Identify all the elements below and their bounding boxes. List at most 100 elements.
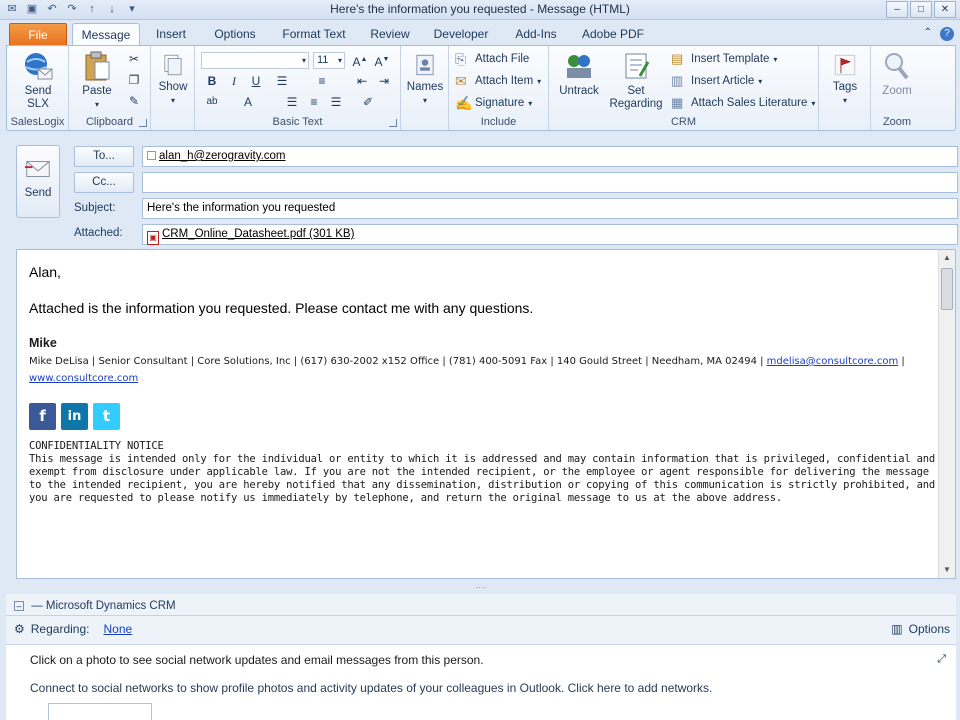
send-envelope-icon	[24, 161, 50, 177]
highlight-icon[interactable]: ab	[203, 93, 221, 111]
grow-font-icon[interactable]: A▲	[351, 51, 369, 69]
envelope-attach-icon: ✉	[455, 73, 467, 89]
attached-field[interactable]: ▣ CRM_Online_Datasheet.pdf (301 KB)	[142, 224, 958, 245]
size-dropdown-icon[interactable]: ▾	[338, 53, 342, 68]
confidentiality-notice: CONFIDENTIALITY NOTICE This message is i…	[29, 440, 943, 505]
group-saleslogix: Send SLX SalesLogix	[7, 46, 69, 130]
insert-template-button[interactable]: ▤ Insert Template ▾	[671, 51, 777, 67]
body-scrollbar[interactable]: ▲ ▼	[938, 250, 955, 578]
underline-icon[interactable]: U	[247, 72, 265, 90]
font-dropdown-icon[interactable]: ▾	[302, 53, 306, 68]
set-regarding-button[interactable]: Set Regarding	[605, 50, 667, 111]
facebook-icon[interactable]: f	[29, 403, 56, 430]
font-color-icon[interactable]: A	[239, 93, 257, 111]
untrack-button[interactable]: Untrack	[553, 50, 605, 98]
options-icon: ▥	[891, 622, 903, 636]
crm-options-button[interactable]: ▥ Options	[891, 618, 950, 640]
collapse-icon[interactable]: –	[14, 601, 24, 611]
clipboard-dialog-launcher[interactable]	[139, 119, 147, 127]
paste-dropdown-icon[interactable]: ▾	[73, 98, 121, 111]
article-icon: ▥	[671, 73, 684, 88]
signature-email-link[interactable]: mdelisa@consultcore.com	[767, 356, 899, 367]
help-icon[interactable]: ?	[940, 27, 954, 41]
insert-article-dropdown-icon[interactable]: ▾	[758, 77, 762, 86]
minimize-button[interactable]: –	[886, 1, 908, 18]
tab-message[interactable]: Message	[72, 23, 140, 46]
tab-file[interactable]: File	[9, 23, 67, 46]
signature-button[interactable]: ✍ Signature ▾	[455, 95, 532, 111]
names-dropdown-icon[interactable]: ▾	[405, 94, 445, 107]
to-field[interactable]: alan_h@zerogravity.com	[142, 146, 958, 167]
send-slx-button[interactable]: Send SLX	[13, 50, 63, 111]
regarding-link[interactable]: None	[103, 622, 132, 636]
regarding-label: Regarding:	[30, 622, 90, 636]
format-painter-icon[interactable]: ✎	[125, 92, 143, 110]
bold-icon[interactable]: B	[203, 72, 221, 90]
tab-insert[interactable]: Insert	[145, 23, 197, 46]
panel-splitter[interactable]: ····	[6, 584, 956, 594]
message-body[interactable]: Alan, Attached is the information you re…	[16, 249, 956, 579]
align-center-icon[interactable]: ≡	[305, 93, 323, 111]
scroll-up-icon[interactable]: ▲	[939, 250, 955, 266]
tab-adobe-pdf[interactable]: Adobe PDF	[576, 23, 650, 46]
to-button[interactable]: To...	[74, 146, 134, 167]
increase-indent-icon[interactable]: ⇥	[375, 72, 393, 90]
italic-icon[interactable]: I	[225, 72, 243, 90]
people-pane-tab[interactable]	[48, 703, 152, 720]
basic-text-dialog-launcher[interactable]	[389, 119, 397, 127]
group-tags: Tags ▾	[819, 46, 871, 130]
group-label-basic-text: Basic Text	[272, 116, 323, 128]
names-button[interactable]: Names ▾	[405, 52, 445, 107]
font-name-combo[interactable]: ▾	[201, 52, 309, 69]
insert-template-dropdown-icon[interactable]: ▾	[773, 55, 777, 64]
cc-button[interactable]: Cc...	[74, 172, 134, 193]
signature-dropdown-icon[interactable]: ▾	[528, 99, 532, 108]
maximize-button[interactable]: □	[910, 1, 932, 18]
minimize-ribbon-icon[interactable]: ⌃	[924, 27, 932, 41]
signature-website-link[interactable]: www.consultcore.com	[29, 373, 138, 384]
tab-options[interactable]: Options	[205, 23, 265, 46]
group-label-crm: CRM	[670, 116, 697, 128]
twitter-icon[interactable]: t	[93, 403, 120, 430]
social-connector-pane: Click on a photo to see social network u…	[6, 644, 956, 720]
paste-button[interactable]: Paste ▾	[73, 50, 121, 111]
tags-dropdown-icon[interactable]: ▾	[825, 94, 865, 107]
attach-file-button[interactable]: ⎘ Attach File	[455, 51, 529, 67]
group-label-clipboard: Clipboard	[85, 116, 134, 128]
signature-contact-info: Mike DeLisa | Senior Consultant | Core S…	[29, 356, 767, 367]
zoom-button[interactable]: Zoom	[875, 50, 919, 98]
subject-field[interactable]: Here's the information you requested	[142, 198, 958, 219]
clear-formatting-icon[interactable]: ✐	[359, 93, 377, 111]
close-button[interactable]: ✕	[934, 1, 956, 18]
attach-sales-literature-dropdown-icon[interactable]: ▾	[811, 99, 815, 108]
shrink-font-icon[interactable]: A▼	[373, 51, 391, 69]
linkedin-icon[interactable]: in	[61, 403, 88, 430]
send-button[interactable]: Send	[16, 145, 60, 218]
scroll-down-icon[interactable]: ▼	[939, 562, 955, 578]
show-button[interactable]: Show ▾	[153, 52, 193, 107]
tab-add-ins[interactable]: Add-Ins	[505, 23, 567, 46]
align-left-icon[interactable]: ☰	[283, 93, 301, 111]
copy-icon[interactable]: ❐	[125, 71, 143, 89]
show-dropdown-icon[interactable]: ▾	[153, 94, 193, 107]
numbering-icon[interactable]: ≡	[313, 72, 331, 90]
tab-format-text[interactable]: Format Text	[275, 23, 353, 46]
cc-field[interactable]	[142, 172, 958, 193]
attachment-name[interactable]: CRM_Online_Datasheet.pdf (301 KB)	[162, 228, 354, 240]
tab-review[interactable]: Review	[362, 23, 418, 46]
tab-developer[interactable]: Developer	[426, 23, 496, 46]
bullets-icon[interactable]: ☰	[273, 72, 291, 90]
tags-button[interactable]: Tags ▾	[825, 52, 865, 107]
attach-item-dropdown-icon[interactable]: ▾	[537, 77, 541, 86]
font-size-combo[interactable]: 11 ▾	[313, 52, 345, 69]
align-right-icon[interactable]: ☰	[327, 93, 345, 111]
expand-pane-icon[interactable]: ⤢	[937, 653, 946, 666]
attach-sales-literature-button[interactable]: ▦ Attach Sales Literature ▾	[671, 95, 815, 111]
cut-icon[interactable]: ✂	[125, 50, 143, 68]
scroll-thumb[interactable]	[941, 268, 953, 310]
connect-networks-link[interactable]: Connect to social networks to show profi…	[30, 681, 712, 695]
insert-article-button[interactable]: ▥ Insert Article ▾	[671, 73, 762, 89]
attach-item-button[interactable]: ✉ Attach Item ▾	[455, 73, 541, 89]
decrease-indent-icon[interactable]: ⇤	[353, 72, 371, 90]
to-recipient[interactable]: alan_h@zerogravity.com	[159, 150, 286, 162]
